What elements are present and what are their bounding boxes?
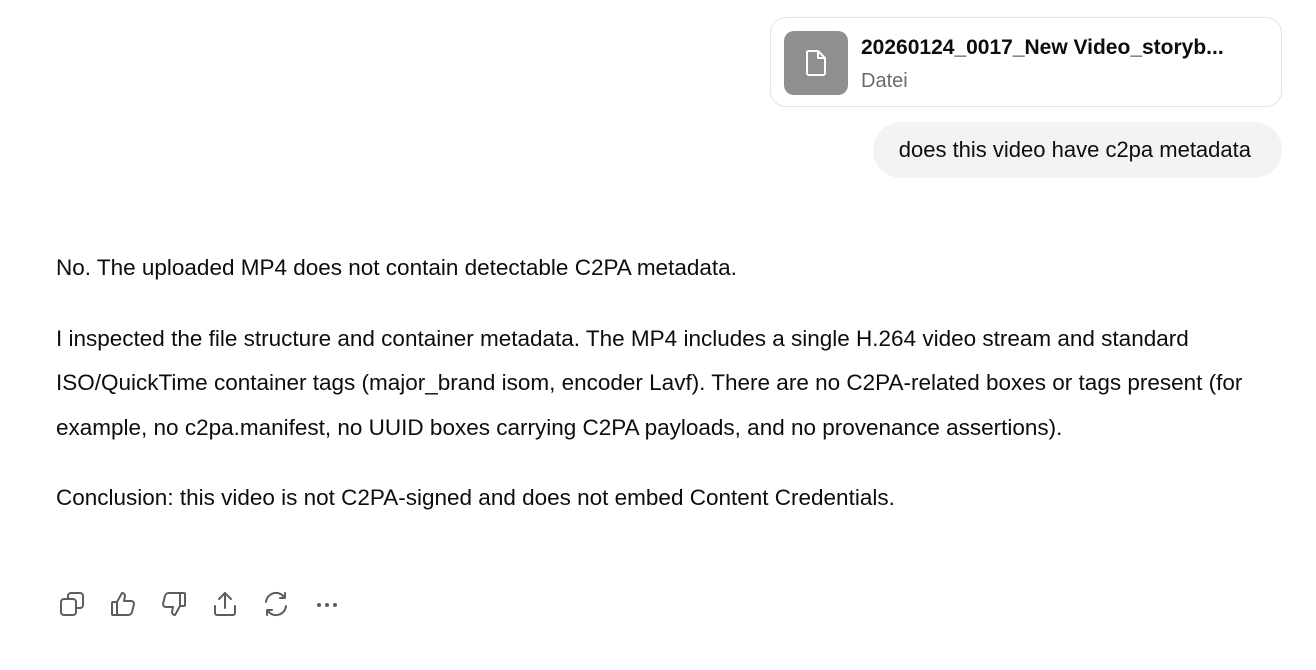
document-icon — [784, 31, 848, 95]
share-icon — [214, 592, 236, 616]
file-attachment-card[interactable]: 20260124_0017_New Video_storyb... Datei — [770, 17, 1282, 107]
copy-icon — [60, 592, 84, 616]
regenerate-icon — [265, 591, 287, 617]
response-paragraph: I inspected the file structure and conta… — [56, 325, 1243, 440]
file-type-label: Datei — [861, 70, 908, 92]
response-paragraph: Conclusion: this video is not C2PA-signe… — [56, 485, 895, 510]
user-message-bubble: does this video have c2pa metadata — [872, 122, 1282, 178]
thumbs-up-icon — [111, 592, 135, 616]
regenerate-button[interactable] — [260, 588, 292, 620]
share-button[interactable] — [209, 588, 241, 620]
more-options-button[interactable] — [311, 588, 343, 620]
message-action-bar — [56, 586, 362, 622]
more-icon — [317, 603, 337, 607]
file-name: 20260124_0017_New Video_storyb... — [861, 36, 1224, 59]
thumbs-down-button[interactable] — [158, 588, 190, 620]
copy-button[interactable] — [56, 588, 88, 620]
chat-page: 20260124_0017_New Video_storyb... Datei … — [0, 0, 1316, 670]
assistant-response: No. The uploaded MP4 does not contain de… — [56, 246, 1286, 547]
thumbs-down-icon — [162, 592, 186, 616]
thumbs-up-button[interactable] — [107, 588, 139, 620]
response-paragraph: No. The uploaded MP4 does not contain de… — [56, 255, 737, 280]
